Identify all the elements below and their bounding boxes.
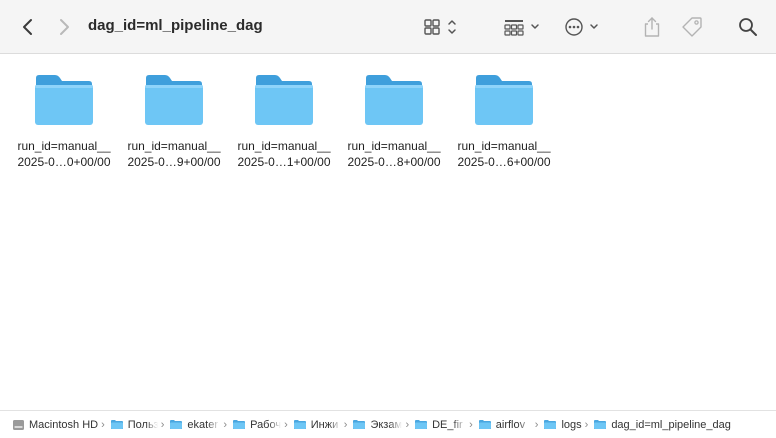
folder-icon [170, 420, 183, 429]
folder-icon [594, 420, 607, 429]
folder-name-line2: 2025-0…6+00/00 [457, 155, 551, 169]
path-item-user[interactable]: ekater [169, 419, 220, 431]
path-item-logs[interactable]: logs [543, 418, 582, 431]
folder-name-line2: 2025-0…0+00/00 [17, 155, 111, 169]
tag-icon [682, 17, 702, 37]
folder-icon [35, 75, 93, 125]
folder-item[interactable]: run_id=manual__ 2025-0…9+00/00 [121, 72, 227, 170]
finder-window: dag_id=ml_pipeline_dag run_id=manual__ 2… [0, 0, 776, 438]
path-item-label: Инжи [310, 418, 339, 431]
folder-name-line2: 2025-0…8+00/00 [347, 155, 441, 169]
folder-icon [365, 75, 423, 125]
path-separator-icon: › [160, 418, 165, 431]
folder-icon [255, 75, 313, 125]
path-separator-icon: › [343, 418, 348, 431]
folder-icon [110, 420, 123, 429]
folder-name-line1: run_id=manual__ [237, 139, 331, 153]
view-mode-button[interactable] [420, 15, 462, 39]
folder-icon [544, 420, 557, 429]
path-item-current[interactable]: dag_id=ml_pipeline_dag [593, 419, 731, 431]
folder-item[interactable]: run_id=manual__ 2025-0…0+00/00 [11, 72, 117, 170]
path-separator-icon: › [469, 418, 473, 431]
group-button[interactable] [502, 15, 544, 39]
path-item-users[interactable]: Польз [110, 419, 158, 431]
folder-icon [475, 75, 533, 125]
folder-item[interactable]: run_id=manual__ 2025-0…1+00/00 [231, 72, 337, 170]
path-item-label: dag_id=ml_pipeline_dag [611, 418, 731, 431]
folder-name-line2: 2025-0…9+00/00 [127, 155, 221, 169]
folder-icon [293, 420, 306, 429]
path-separator-icon: › [284, 418, 288, 431]
chevron-right-icon [60, 19, 69, 35]
ellipsis-icon [565, 18, 598, 36]
path-separator-icon: › [223, 418, 228, 431]
path-item-engineering[interactable]: Инжи [293, 419, 341, 431]
path-separator-icon: › [101, 418, 105, 431]
window-title: dag_id=ml_pipeline_dag [88, 17, 263, 34]
folder-icon [233, 420, 246, 429]
folder-name-line1: run_id=manual__ [457, 139, 551, 153]
path-item-label: DE_fir [432, 418, 463, 431]
path-item-de-final[interactable]: DE_fir [414, 419, 466, 431]
folder-name-line1: run_id=manual__ [347, 139, 441, 153]
folder-icon [353, 420, 366, 429]
search-button[interactable] [736, 15, 760, 39]
path-separator-icon: › [534, 418, 539, 431]
path-item-exam[interactable]: Экзам [352, 419, 402, 431]
grid-view-icon [424, 19, 456, 35]
folder-name-line1: run_id=manual__ [127, 139, 221, 153]
path-item-label: logs [561, 418, 582, 431]
folder-name-line1: run_id=manual__ [17, 139, 111, 153]
disk-icon [13, 419, 24, 430]
path-item-label: ekater [187, 418, 218, 431]
group-icon [504, 20, 539, 36]
folder-icon [478, 420, 491, 429]
tag-button[interactable] [679, 14, 705, 40]
path-item-label: Экзам [370, 418, 403, 431]
path-item-airflow[interactable]: airflov [478, 419, 532, 431]
search-icon [739, 18, 757, 36]
folder-item[interactable]: run_id=manual__ 2025-0…8+00/00 [341, 72, 447, 170]
path-item-label: Польз [127, 418, 158, 431]
path-item-label: airflov [495, 418, 526, 431]
path-item-label: Рабоч [250, 418, 282, 431]
more-actions-button[interactable] [562, 15, 604, 39]
share-icon [644, 17, 660, 37]
folder-item[interactable]: run_id=manual__ 2025-0…6+00/00 [451, 72, 557, 170]
file-list: run_id=manual__ 2025-0…0+00/00 run_id=ma… [0, 54, 776, 410]
folder-icon [415, 420, 428, 429]
path-separator-icon: › [405, 418, 410, 431]
toolbar: dag_id=ml_pipeline_dag [0, 0, 776, 54]
path-bar: Macintosh HD › Польз › ekater › Рабоч › … [0, 410, 776, 438]
folder-name-line2: 2025-0…1+00/00 [237, 155, 331, 169]
chevron-left-icon [23, 19, 32, 35]
share-button[interactable] [640, 14, 664, 40]
path-item-macintosh-hd[interactable]: Macintosh HD [12, 419, 98, 431]
path-separator-icon: › [584, 418, 589, 431]
path-item-desktop[interactable]: Рабоч [232, 419, 281, 431]
folder-icon [145, 75, 203, 125]
path-item-label: Macintosh HD [29, 418, 99, 431]
forward-button[interactable] [54, 16, 74, 38]
back-button[interactable] [18, 16, 38, 38]
